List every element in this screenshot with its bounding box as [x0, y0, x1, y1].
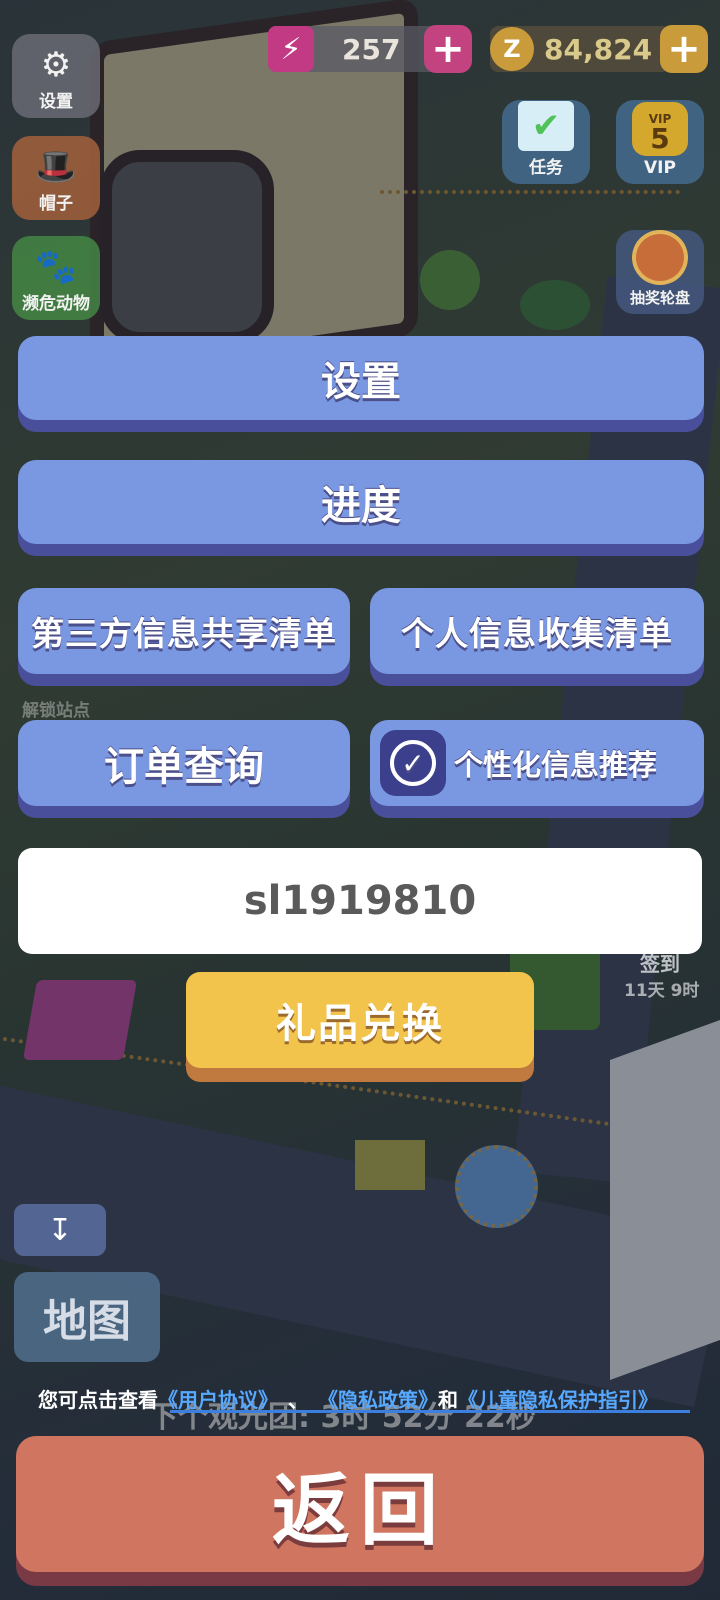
link-underline: [170, 1410, 690, 1413]
map-label: 地图: [43, 1296, 131, 1347]
policy-and: 和: [438, 1387, 458, 1412]
coin-icon: Z: [490, 27, 534, 71]
map-button[interactable]: 地图: [14, 1272, 160, 1362]
lottery-wheel-side-button[interactable]: 抽奖轮盘: [616, 230, 704, 314]
endangered-animals-side-button[interactable]: 🐾 濒危动物: [12, 236, 100, 320]
privacy-policy-link[interactable]: 《隐私政策》: [318, 1384, 438, 1413]
gift-exchange-button[interactable]: 礼品兑换: [186, 972, 534, 1068]
coins-value: 84,824: [544, 32, 653, 66]
personalized-recommendation-label: 个性化信息推荐: [454, 748, 658, 782]
policy-prefix: 您可点击查看: [38, 1387, 158, 1412]
progress-button[interactable]: 进度: [18, 460, 704, 544]
plus-icon: +: [431, 26, 465, 72]
vip-level: 5: [650, 122, 670, 155]
collapse-button[interactable]: ↧: [14, 1204, 106, 1256]
order-query-button[interactable]: 订单查询: [18, 720, 350, 806]
coin-counter: Z 84,824: [490, 26, 670, 72]
chevron-down-bar-icon: ↧: [47, 1212, 73, 1248]
user-id-display: sl1919810: [18, 848, 702, 954]
hat-icon: 🎩: [34, 147, 78, 187]
checkmark-icon: ✓: [390, 740, 436, 786]
settings-side-label: 设置: [39, 92, 73, 112]
vip-side-button[interactable]: VIP 5 VIP: [616, 100, 704, 184]
endangered-animals-label: 濒危动物: [22, 294, 90, 314]
hat-side-button[interactable]: 🎩 帽子: [12, 136, 100, 220]
settings-button[interactable]: 设置: [18, 336, 704, 420]
checkin-countdown: 11天 9时: [624, 981, 700, 1001]
unlock-station-label: 解锁站点: [22, 701, 90, 721]
paw-icon: 🐾: [34, 247, 78, 287]
energy-value: 257: [342, 32, 401, 66]
policy-separator: 、: [288, 1387, 308, 1412]
checkbox[interactable]: ✓: [380, 730, 446, 796]
vip-label: VIP: [644, 158, 676, 178]
third-party-sharing-list-button[interactable]: 第三方信息共享清单: [18, 588, 350, 674]
personalized-recommendation-toggle[interactable]: ✓ 个性化信息推荐: [370, 720, 704, 806]
user-agreement-link[interactable]: 《用户协议》: [158, 1384, 278, 1413]
add-coins-button[interactable]: +: [660, 25, 708, 73]
lottery-wheel-icon: [632, 230, 688, 285]
lightning-icon: ⚡: [268, 26, 314, 72]
lottery-wheel-label: 抽奖轮盘: [629, 289, 690, 307]
settings-side-button[interactable]: ⚙ 设置: [12, 34, 100, 118]
personal-info-collection-list-button[interactable]: 个人信息收集清单: [370, 588, 704, 674]
child-privacy-guide-link[interactable]: 《儿童隐私保护指引》: [458, 1384, 658, 1413]
gear-icon: ⚙: [40, 45, 72, 85]
task-side-button[interactable]: ✔ 任务: [502, 100, 590, 184]
plus-icon: +: [667, 26, 701, 72]
back-button[interactable]: 返回: [16, 1436, 704, 1572]
add-energy-button[interactable]: +: [424, 25, 472, 73]
vip-badge-icon: VIP 5: [632, 102, 688, 156]
task-label: 任务: [529, 158, 563, 178]
hat-side-label: 帽子: [39, 194, 73, 214]
task-check-icon: ✔: [518, 101, 574, 151]
